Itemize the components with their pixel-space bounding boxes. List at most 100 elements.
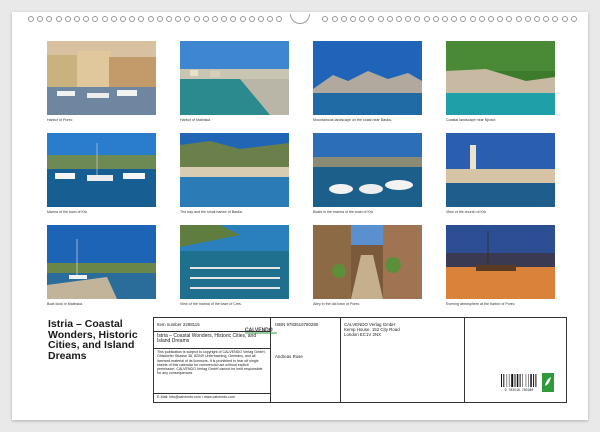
divider — [340, 318, 341, 402]
caption-10: View of the marina of the town of Cres. — [180, 302, 242, 306]
binding-hole — [147, 16, 154, 22]
publisher-address-2: London EC1V 2NX — [344, 332, 382, 337]
divider — [154, 348, 270, 349]
barcode-bar — [511, 374, 514, 387]
binding-hole — [478, 16, 485, 22]
binding-hole — [451, 16, 458, 22]
calendar-title: Istria – Coastal Wonders, Historic Citie… — [48, 318, 138, 362]
caption-12: Evening atmosphere at the harbor of Pore… — [446, 302, 515, 306]
binding-hole — [469, 16, 476, 22]
binding-hole — [543, 16, 550, 22]
caption-5: Marina of the town of Krk. — [47, 210, 88, 214]
binding-hole — [267, 16, 274, 22]
photo-evening-porec — [446, 225, 555, 299]
photo-marina-krk — [47, 133, 156, 207]
binding-hole — [340, 16, 347, 22]
binding-hole — [515, 16, 522, 22]
barcode-bar — [506, 374, 508, 387]
binding-hole — [221, 16, 228, 22]
photo-harbor-malinska — [180, 41, 289, 115]
caption-1: Harbor of Porec — [47, 118, 73, 122]
photo-harbor-porec — [47, 41, 156, 115]
caption-3: Mountainous landscape on the coast near … — [313, 118, 392, 122]
caption-4: Coastal landscape near Njivice. — [446, 118, 497, 122]
binding-hole — [570, 16, 577, 22]
caption-2: Harbor of Malinska — [180, 118, 211, 122]
photo-bay-baska — [180, 133, 289, 207]
isbn: ISBN 9783516780280 — [275, 322, 319, 327]
caption-7: Boats in the marina of the town of Krk. — [313, 210, 374, 214]
barcode-bar — [528, 374, 529, 387]
author: Andreas Rose — [275, 354, 303, 359]
binding-hole — [377, 16, 384, 22]
binding-hole — [46, 16, 53, 22]
barcode-bar — [514, 374, 516, 387]
barcode-bar — [519, 374, 521, 387]
binding-hole — [212, 16, 218, 22]
photo-church-krk — [446, 133, 555, 207]
binding-hole — [129, 16, 136, 22]
binding-hole — [359, 16, 366, 22]
binding-hole — [202, 16, 209, 22]
binding-hole — [156, 16, 163, 22]
binding-hole — [524, 16, 531, 22]
binding-hole — [55, 16, 62, 22]
barcode-bar — [501, 374, 502, 387]
photo-marina-cres — [180, 225, 289, 299]
binding-hole — [497, 16, 504, 22]
binding-hole — [175, 16, 182, 22]
photo-coast-njivice — [446, 41, 555, 115]
binding-hole — [488, 16, 494, 22]
binding-hole — [184, 16, 191, 22]
barcode-bar — [530, 374, 532, 387]
binding-hole — [561, 16, 568, 22]
binding-hole — [101, 16, 108, 22]
binding-hole — [534, 16, 540, 22]
calendar-page: Harbor of Porec Harbor of Malinska Mount… — [12, 12, 588, 420]
green-badge-logo — [542, 373, 554, 392]
barcode: 9 783516 780280 — [500, 373, 538, 392]
binding-hole — [166, 16, 172, 22]
barcode-bar — [508, 374, 510, 387]
binding-hole — [368, 16, 375, 22]
binding-hole — [120, 16, 126, 22]
binding-hole — [506, 16, 513, 22]
binding-hole — [92, 16, 99, 22]
binding-hole — [248, 16, 255, 22]
caption-6: The bay and the small harbor of Baska. — [180, 210, 243, 214]
binding-hole — [138, 16, 145, 22]
binding-hole — [74, 16, 80, 22]
binding-hole — [28, 16, 34, 22]
caption-8: View of the church of Krk. — [446, 210, 487, 214]
photo-coast-baska — [313, 41, 422, 115]
barcode-bar — [503, 374, 505, 387]
photo-alley-porec — [313, 225, 422, 299]
binding-hole — [442, 16, 448, 22]
binding-hole — [350, 16, 356, 22]
binding-hole — [396, 16, 402, 22]
divider — [154, 393, 270, 394]
binding-hole — [432, 16, 439, 22]
photo-dock-malinska — [47, 225, 156, 299]
binding-hole — [258, 16, 264, 22]
binding-hole — [64, 16, 71, 22]
barcode-bar — [522, 374, 523, 387]
binding-hole — [193, 16, 200, 22]
binding-hole — [386, 16, 393, 22]
binding-hole — [331, 16, 338, 22]
barcode-bar — [525, 374, 527, 387]
barcode-number: 9 783516 780280 — [500, 388, 538, 392]
barcode-bar — [516, 374, 519, 387]
binding-hole — [460, 16, 467, 22]
binding-hole — [405, 16, 412, 22]
binding-hole — [322, 16, 329, 22]
barcode-bar — [533, 374, 535, 387]
binding-hole — [110, 16, 117, 22]
binding-hole — [83, 16, 90, 22]
disclaimer-text: This publication is subject to copyright… — [157, 350, 266, 376]
barcode-bar — [535, 374, 537, 387]
email-text: E-Mail: info@calvendo.com • www.calvendo… — [157, 395, 235, 399]
binding-hole — [552, 16, 559, 22]
photo-boats-krk — [313, 133, 422, 207]
caption-9: Boat dock in Malinska. — [47, 302, 83, 306]
